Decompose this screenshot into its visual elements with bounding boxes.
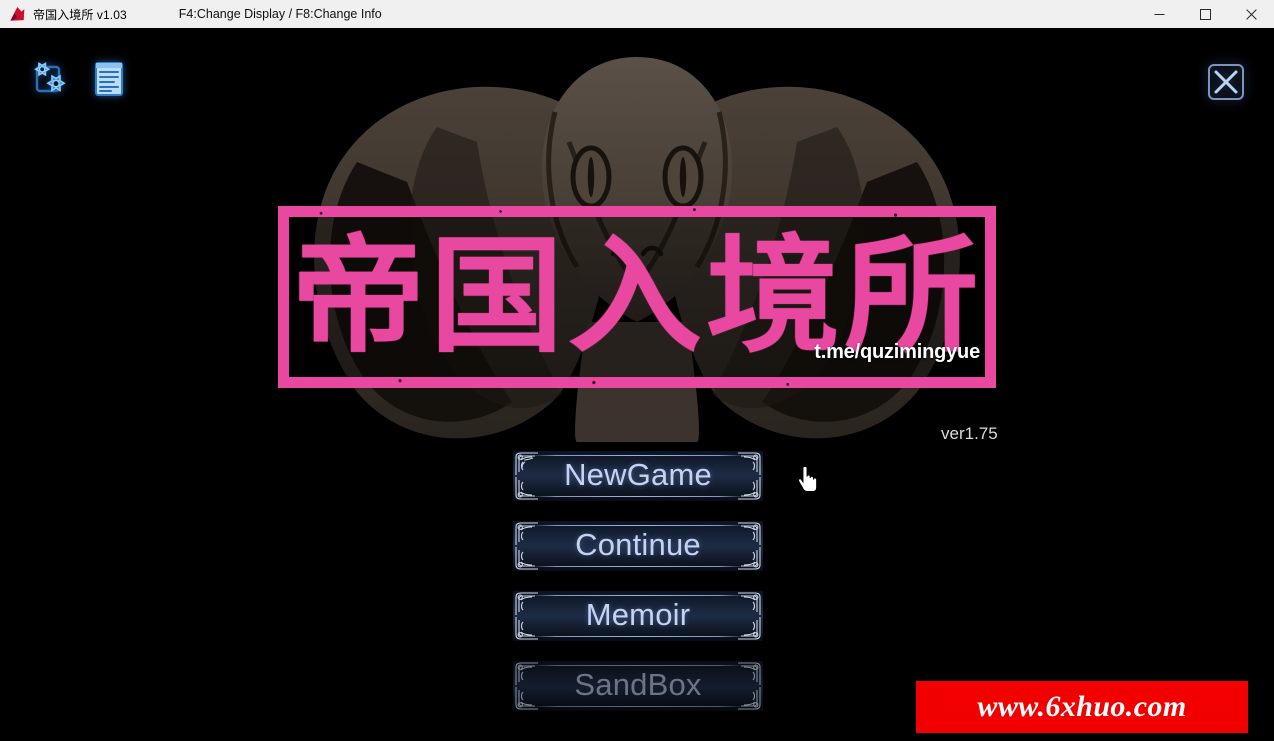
- tool-icons-group: [26, 58, 130, 100]
- minimize-button[interactable]: [1136, 0, 1182, 28]
- settings-gears-icon[interactable]: [26, 58, 68, 100]
- promo-banner: www.6xhuo.com: [916, 681, 1248, 733]
- ornament-corner-icon: [738, 687, 761, 710]
- close-window-button[interactable]: [1228, 0, 1274, 28]
- application-window: 帝国入境所 v1.03 F4:Change Display / F8:Chang…: [0, 0, 1274, 741]
- menu-button-sandbox: SandBox: [513, 661, 763, 711]
- ornament-corner-icon: [515, 687, 538, 710]
- hand-pointer-cursor: [798, 466, 818, 492]
- menu-button-memoir[interactable]: Memoir: [513, 591, 763, 641]
- menu-button-label: Continue: [575, 527, 701, 562]
- game-title-logo: 帝国入境所 t.me/quzimingyue: [278, 206, 996, 388]
- menu-button-label: NewGame: [564, 457, 712, 492]
- ornament-corner-icon: [515, 477, 538, 500]
- document-list-icon[interactable]: [88, 58, 130, 100]
- menu-button-label: Memoir: [585, 597, 691, 632]
- app-icon: [9, 6, 25, 22]
- ornament-corner-icon: [738, 477, 761, 500]
- game-canvas: 帝国入境所 t.me/quzimingyue ver1.75 NewGame C…: [0, 28, 1274, 741]
- maximize-icon: [1199, 8, 1211, 20]
- minimize-icon: [1154, 13, 1164, 15]
- main-menu: NewGame Continue Memoir SandBox: [513, 451, 763, 731]
- window-title: 帝国入境所 v1.03: [33, 7, 127, 22]
- close-x-icon: [1214, 70, 1238, 94]
- ornament-corner-icon: [515, 617, 538, 640]
- game-close-button[interactable]: [1208, 64, 1244, 100]
- window-title-hint: F4:Change Display / F8:Change Info: [178, 7, 382, 21]
- promo-banner-text: www.6xhuo.com: [977, 690, 1187, 723]
- version-label: ver1.75: [941, 424, 998, 443]
- menu-button-label: SandBox: [574, 667, 702, 702]
- menu-button-continue[interactable]: Continue: [513, 521, 763, 571]
- menu-button-newgame[interactable]: NewGame: [513, 451, 763, 501]
- logo-watermark: t.me/quzimingyue: [814, 341, 980, 363]
- ornament-corner-icon: [738, 617, 761, 640]
- ornament-corner-icon: [515, 547, 538, 570]
- ornament-corner-icon: [738, 547, 761, 570]
- window-titlebar: 帝国入境所 v1.03 F4:Change Display / F8:Chang…: [0, 0, 1274, 29]
- window-controls: [1136, 0, 1274, 28]
- maximize-button[interactable]: [1182, 0, 1228, 28]
- close-icon: [1245, 8, 1257, 20]
